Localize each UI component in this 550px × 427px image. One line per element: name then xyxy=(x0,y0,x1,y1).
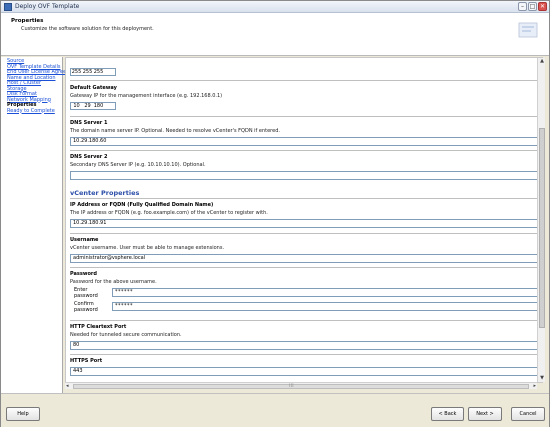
divider xyxy=(70,80,540,81)
divider xyxy=(70,233,540,234)
netmask-octet-2[interactable]: 255 xyxy=(82,69,93,75)
divider xyxy=(70,267,540,268)
properties-form: 255 255 255 Default Gateway Gateway IP f… xyxy=(65,57,543,383)
gateway-ip-field[interactable]: 10 29 180 xyxy=(70,102,116,110)
help-button[interactable]: Help xyxy=(6,407,40,421)
minimize-button[interactable]: – xyxy=(518,2,527,11)
netmask-octet-1[interactable]: 255 xyxy=(71,69,82,75)
username-label: Username xyxy=(70,237,99,243)
http-port-description: Needed for tunneled secure communication… xyxy=(70,332,182,338)
gateway-description: Gateway IP for the management interface … xyxy=(70,93,223,99)
scroll-up-arrow-icon[interactable]: ▲ xyxy=(538,58,546,65)
http-port-input[interactable]: 80 xyxy=(70,341,540,350)
dns1-description: The domain name server IP. Optional. Nee… xyxy=(70,128,280,134)
enter-password-label: Enter password xyxy=(74,286,98,299)
divider xyxy=(70,150,540,151)
gateway-label: Default Gateway xyxy=(70,85,117,91)
confirm-password-input[interactable]: ****** xyxy=(112,302,538,311)
password-description: Password for the above username. xyxy=(70,279,157,285)
wizard-header: Properties Customize the software soluti… xyxy=(1,13,549,56)
http-port-label: HTTP Cleartext Port xyxy=(70,324,127,330)
netmask-octet-3[interactable]: 255 xyxy=(93,69,104,75)
dns2-input[interactable] xyxy=(70,171,540,180)
page-subtitle: Customize the software solution for this… xyxy=(21,26,154,32)
divider xyxy=(70,320,540,321)
page-title: Properties xyxy=(11,18,44,24)
cancel-button[interactable]: Cancel xyxy=(511,407,545,421)
wizard-footer: Help < Back Next > Cancel xyxy=(1,393,549,427)
vsphere-app-icon xyxy=(4,3,12,11)
title-bar: Deploy OVF Template – □ ✕ xyxy=(1,1,549,13)
divider xyxy=(70,198,540,199)
fqdn-label: IP Address or FQDN (Fully Qualified Doma… xyxy=(70,202,214,208)
scroll-down-arrow-icon[interactable]: ▼ xyxy=(538,375,546,382)
enter-password-input[interactable]: ****** xyxy=(112,288,538,297)
wizard-banner-icon xyxy=(518,22,538,38)
back-button[interactable]: < Back xyxy=(431,407,464,421)
gateway-octet-1[interactable]: 10 xyxy=(71,103,82,109)
dns1-input[interactable]: 10.29.180.60 xyxy=(70,137,540,146)
dns1-label: DNS Server 1 xyxy=(70,120,108,126)
username-input[interactable]: administrator@vsphere.local xyxy=(70,254,540,263)
maximize-button[interactable]: □ xyxy=(528,2,537,11)
divider xyxy=(70,116,540,117)
netmask-ip-field[interactable]: 255 255 255 xyxy=(70,68,116,76)
https-port-input[interactable]: 443 xyxy=(70,367,540,376)
vertical-scrollbar[interactable]: ▲ ▼ xyxy=(537,58,545,382)
confirm-password-label: Confirm password xyxy=(74,300,98,313)
password-label: Password xyxy=(70,271,97,277)
horizontal-scroll-thumb[interactable] xyxy=(73,384,529,389)
fqdn-input[interactable]: 10.29.180.91 xyxy=(70,219,540,228)
https-port-label: HTTPS Port xyxy=(70,358,103,364)
nav-step-ready[interactable]: Ready to Complete xyxy=(7,108,62,115)
dns2-description: Secondary DNS Server IP (e.g. 10.10.10.1… xyxy=(70,162,206,168)
deploy-ovf-window: Deploy OVF Template – □ ✕ Properties Cus… xyxy=(0,0,550,427)
dns2-label: DNS Server 2 xyxy=(70,154,108,160)
close-button[interactable]: ✕ xyxy=(538,2,547,11)
vcenter-properties-heading: vCenter Properties xyxy=(70,189,140,197)
horizontal-scrollbar[interactable]: ◂ ⁞⁞⁞ ▸ xyxy=(65,382,537,389)
scroll-right-arrow-icon[interactable]: ▸ xyxy=(533,383,536,389)
next-button[interactable]: Next > xyxy=(468,407,502,421)
window-title: Deploy OVF Template xyxy=(15,3,80,10)
gateway-octet-3[interactable]: 180 xyxy=(93,103,104,109)
vertical-scroll-thumb[interactable] xyxy=(539,128,545,328)
scroll-grip-icon: ⁞⁞⁞ xyxy=(289,383,294,389)
scroll-left-arrow-icon[interactable]: ◂ xyxy=(66,383,69,389)
username-description: vCenter username. User must be able to m… xyxy=(70,245,225,251)
wizard-steps-nav: Source OVF Template Details End User Lic… xyxy=(1,57,79,393)
gateway-octet-2[interactable]: 29 xyxy=(82,103,93,109)
fqdn-description: The IP address or FQDN (e.g. foo.example… xyxy=(70,210,268,216)
divider xyxy=(70,354,540,355)
